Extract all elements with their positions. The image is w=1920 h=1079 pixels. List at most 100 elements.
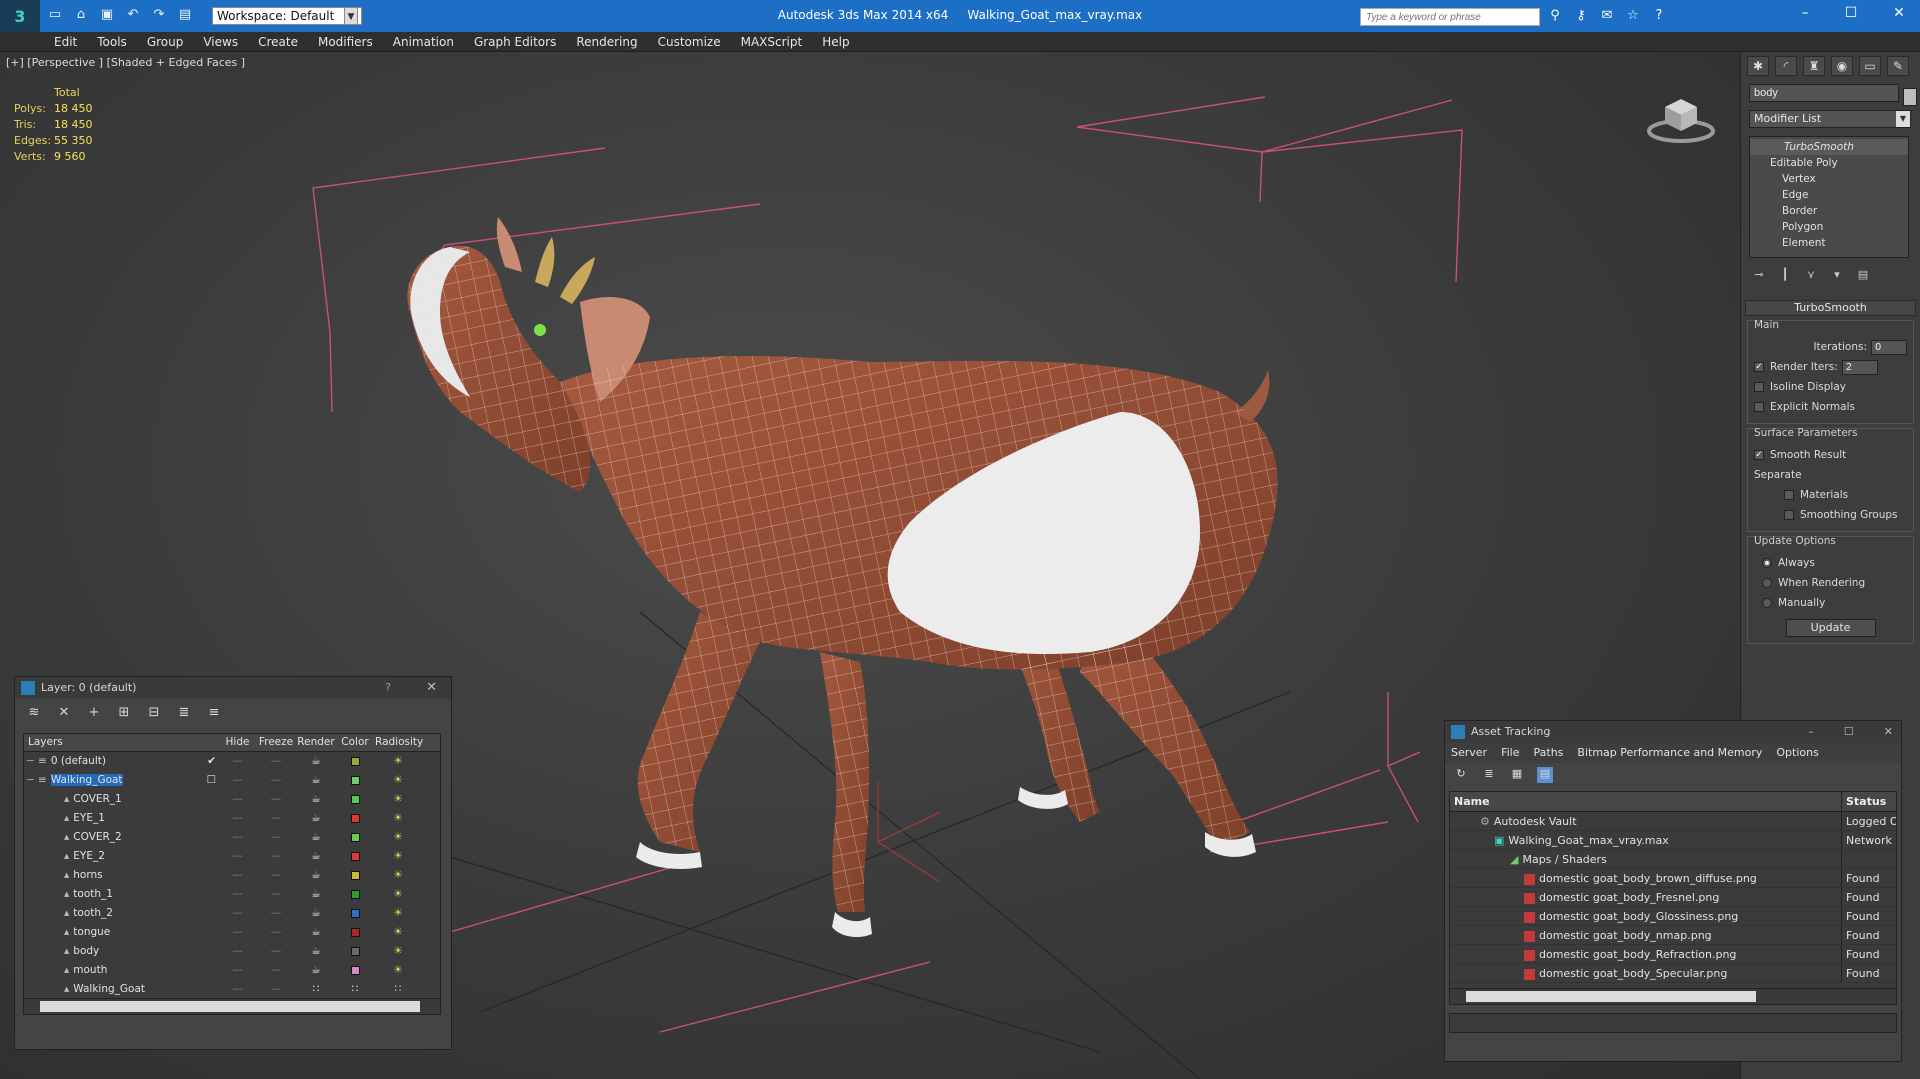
chevron-down-icon[interactable]: ▼	[1896, 111, 1910, 127]
layer-row[interactable]: ▴ horns — — ☕ ☀	[24, 866, 440, 885]
layer-color-swatch[interactable]	[335, 828, 375, 847]
expand-icon[interactable]: −	[26, 771, 35, 790]
radiosity-icon[interactable]: ☀	[375, 923, 421, 942]
active-layer-check-icon[interactable]: ✔	[207, 752, 216, 771]
freeze-toggle[interactable]: —	[255, 847, 297, 866]
remove-modifier-icon[interactable]: ▾	[1829, 268, 1845, 284]
freeze-toggle[interactable]: —	[255, 904, 297, 923]
viewcube-icon[interactable]	[1645, 87, 1717, 147]
hide-toggle[interactable]: —	[220, 980, 255, 999]
menu-help[interactable]: Help	[822, 32, 849, 51]
render-iters-checkbox[interactable]: ✓	[1754, 362, 1764, 372]
viewport-label[interactable]: [+] [Perspective ] [Shaded + Edged Faces…	[6, 56, 245, 69]
layer-color-swatch[interactable]	[335, 885, 375, 904]
hide-toggle[interactable]: —	[220, 790, 255, 809]
layer-name-cell[interactable]: − ≡ 0 (default) ✔	[24, 752, 220, 771]
refresh-icon[interactable]: ↻	[1453, 767, 1469, 783]
hide-toggle[interactable]: —	[220, 752, 255, 771]
freeze-toggle[interactable]: —	[255, 980, 297, 999]
turbosmooth-rollout-header[interactable]: TurboSmooth	[1745, 300, 1916, 316]
asset-name-cell[interactable]: ▣ Walking_Goat_max_vray.max	[1450, 831, 1842, 849]
menu-create[interactable]: Create	[258, 32, 298, 51]
configure-sets-icon[interactable]: ▤	[1855, 268, 1871, 284]
scrollbar-thumb[interactable]	[1466, 991, 1756, 1002]
layer-row[interactable]: ▴ tongue — — ☕ ☀	[24, 923, 440, 942]
radiosity-icon[interactable]: ☀	[375, 809, 421, 828]
render-teapot-icon[interactable]: ☕	[297, 790, 335, 809]
hide-toggle[interactable]: —	[220, 866, 255, 885]
layer-name-cell[interactable]: ▴ COVER_2	[24, 828, 220, 847]
col-name[interactable]: Name	[1450, 792, 1842, 811]
create-layer-icon[interactable]: ≋	[25, 705, 43, 721]
layer-name-cell[interactable]: ▴ mouth	[24, 961, 220, 980]
radiosity-icon[interactable]: ∷	[375, 980, 421, 999]
modifier-list-dropdown[interactable]: Modifier List ▼	[1749, 110, 1911, 128]
layer-color-swatch[interactable]	[335, 923, 375, 942]
motion-tab-icon[interactable]: ◉	[1831, 56, 1853, 76]
render-teapot-icon[interactable]: ☕	[297, 828, 335, 847]
highlight-layer-icon[interactable]: ⊟	[145, 705, 163, 721]
hide-toggle[interactable]: —	[220, 923, 255, 942]
list-view-icon[interactable]: ≣	[1481, 767, 1497, 783]
layer-name-cell[interactable]: ▴ body	[24, 942, 220, 961]
close-icon[interactable]: ✕	[426, 677, 437, 699]
modify-tab-icon[interactable]: ◜	[1775, 56, 1797, 76]
asset-row[interactable]: domestic goat_body_nmap.png Found	[1450, 926, 1896, 945]
app-logo-icon[interactable]: 3	[0, 0, 40, 32]
render-iters-spinner[interactable]: 2	[1841, 359, 1878, 375]
col-render[interactable]: Render	[297, 734, 335, 751]
delete-layer-icon[interactable]: ✕	[55, 705, 73, 721]
layer-name-cell[interactable]: ▴ tongue	[24, 923, 220, 942]
asset-row[interactable]: ⚙Autodesk Vault Logged Out	[1450, 812, 1896, 831]
smoothing-groups-checkbox[interactable]	[1784, 510, 1794, 520]
layer-row[interactable]: ▴ mouth — — ☕ ☀	[24, 961, 440, 980]
layer-row[interactable]: ▴ EYE_1— — ☕ ☀	[24, 809, 440, 828]
layer-color-swatch[interactable]	[335, 904, 375, 923]
asset-menu-options[interactable]: Options	[1776, 743, 1818, 763]
layer-color-swatch[interactable]	[335, 942, 375, 961]
layer-color-swatch[interactable]	[335, 790, 375, 809]
render-teapot-icon[interactable]: ☕	[297, 942, 335, 961]
layer-color-swatch[interactable]	[335, 847, 375, 866]
menu-animation[interactable]: Animation	[393, 32, 454, 51]
create-tab-icon[interactable]: ✱	[1747, 56, 1769, 76]
always-radio[interactable]	[1762, 558, 1772, 568]
asset-window-titlebar[interactable]: Asset Tracking – ☐ ✕	[1445, 721, 1901, 743]
stack-item-editable-poly[interactable]: Editable Poly	[1750, 155, 1908, 171]
layer-row[interactable]: ▴ tooth_2— — ☕ ☀	[24, 904, 440, 923]
chevron-down-icon[interactable]: ▼	[344, 7, 358, 25]
add-to-layer-icon[interactable]: +	[85, 705, 103, 721]
asset-menu-file[interactable]: File	[1501, 743, 1519, 763]
star-icon[interactable]: ☆	[1624, 8, 1642, 23]
smooth-result-checkbox[interactable]: ✓	[1754, 450, 1764, 460]
radiosity-icon[interactable]: ☀	[375, 790, 421, 809]
render-teapot-icon[interactable]: ☕	[297, 809, 335, 828]
layer-name-cell[interactable]: ▴ COVER_1	[24, 790, 220, 809]
layer-row[interactable]: ▴ COVER_2— — ☕ ☀	[24, 828, 440, 847]
asset-name-cell[interactable]: domestic goat_body_nmap.png	[1450, 926, 1842, 944]
render-teapot-icon[interactable]: ☕	[297, 885, 335, 904]
asset-name-cell[interactable]: domestic goat_body_Refraction.png	[1450, 945, 1842, 963]
freeze-toggle[interactable]: —	[255, 866, 297, 885]
render-teapot-icon[interactable]: ☕	[297, 752, 335, 771]
hide-toggle[interactable]: —	[220, 828, 255, 847]
layer-row[interactable]: ▴ Walking_Goat — — ∷ ∷ ∷	[24, 980, 440, 999]
col-color[interactable]: Color	[335, 734, 375, 751]
expand-icon[interactable]: −	[26, 752, 35, 771]
freeze-toggle[interactable]: —	[255, 942, 297, 961]
asset-row[interactable]: domestic goat_body_brown_diffuse.png Foun…	[1450, 869, 1896, 888]
col-hide[interactable]: Hide	[220, 734, 255, 751]
layer-name-cell[interactable]: ▴ tooth_1	[24, 885, 220, 904]
layer-scrollbar[interactable]	[24, 998, 440, 1014]
freeze-toggle[interactable]: —	[255, 961, 297, 980]
asset-row[interactable]: ▣Walking_Goat_max_vray.max Network Path	[1450, 831, 1896, 850]
select-objects-icon[interactable]: ⊞	[115, 705, 133, 721]
menu-views[interactable]: Views	[203, 32, 238, 51]
asset-row[interactable]: domestic goat_body_Specular.png Found	[1450, 964, 1896, 983]
open-file-icon[interactable]: ⌂	[72, 6, 90, 24]
project-folder-icon[interactable]: ▤	[176, 6, 194, 24]
asset-name-cell[interactable]: ⚙ Autodesk Vault	[1450, 812, 1842, 830]
workspace-dropdown[interactable]: Workspace: Default	[212, 7, 362, 25]
asset-name-cell[interactable]: domestic goat_body_Specular.png	[1450, 964, 1842, 982]
menu-rendering[interactable]: Rendering	[576, 32, 637, 51]
